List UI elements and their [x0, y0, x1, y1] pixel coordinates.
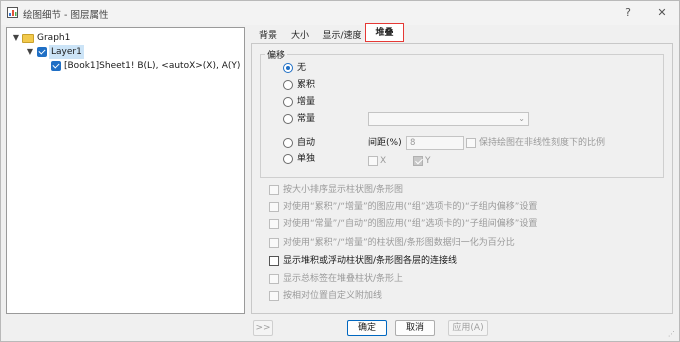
tree-label-plot: [Book1]Sheet1! B(L), <autoX>(X), A(Y) [1	[64, 61, 245, 71]
tab-background[interactable]: 背景	[253, 28, 283, 44]
apply-intergroup-offset-label: 对使用“常量”/“自动”的图应用(“组”选项卡的)“子组间偏移”设置	[283, 219, 538, 229]
dialog-window: 绘图细节 - 图层属性 ? ✕ ▼ Graph1 ▼ Layer1 [Book1…	[0, 0, 680, 342]
offset-individual-label: 单独	[297, 154, 316, 164]
x-checkbox-label: X	[380, 156, 387, 166]
plot-details-icon	[7, 7, 18, 18]
chevron-down-icon[interactable]: ▼	[11, 31, 21, 45]
expand-button[interactable]: >>	[253, 320, 273, 336]
connect-lines-checkbox[interactable]	[269, 256, 279, 266]
keep-ratio-label: 保持绘图在非线性刻度下的比例	[479, 138, 606, 148]
cancel-button[interactable]: 取消	[395, 320, 435, 336]
apply-subgroup-offset-checkbox[interactable]	[269, 202, 279, 212]
sort-by-size-label: 按大小排序显示柱状图/条形图	[283, 185, 404, 195]
custom-lines-checkbox[interactable]	[269, 291, 279, 301]
apply-button[interactable]: 应用(A)	[448, 320, 488, 336]
folder-icon	[22, 34, 34, 43]
gap-input[interactable]: 8	[406, 136, 464, 150]
resize-grip-icon[interactable]: ⋰	[668, 330, 676, 338]
sort-by-size-checkbox[interactable]	[269, 185, 279, 195]
tree-item-plot[interactable]: [Book1]Sheet1! B(L), <autoX>(X), A(Y) [1	[7, 59, 244, 73]
normalize-percent-label: 对使用“累积”/“增量”的柱状图/条形图数据归一化为百分比	[283, 238, 515, 248]
y-checkbox-label: Y	[425, 156, 431, 166]
window-title: 绘图细节 - 图层属性	[23, 10, 109, 21]
custom-lines-label: 按相对位置自定义附加线	[283, 291, 383, 301]
tree-item-layer[interactable]: ▼ Layer1	[7, 45, 242, 59]
plot-tree[interactable]: ▼ Graph1 ▼ Layer1 [Book1]Sheet1! B(L), <…	[6, 27, 245, 314]
help-button[interactable]: ?	[620, 5, 636, 21]
offset-cumulative-label: 累积	[297, 80, 316, 90]
keep-ratio-checkbox[interactable]	[466, 138, 476, 148]
connect-lines-label: 显示堆积或浮动柱状图/条形图各层的连接线	[283, 256, 458, 266]
tree-label-graph: Graph1	[37, 33, 71, 43]
offset-incremental-radio[interactable]	[283, 97, 293, 107]
offset-incremental-label: 增量	[297, 97, 316, 107]
normalize-percent-checkbox[interactable]	[269, 238, 279, 248]
y-checkbox[interactable]	[413, 156, 423, 166]
offset-individual-radio[interactable]	[283, 154, 293, 164]
tree-item-graph[interactable]: ▼ Graph1	[7, 31, 242, 45]
offset-legend: 偏移	[265, 48, 288, 61]
title-bar: 绘图细节 - 图层属性 ? ✕	[1, 1, 679, 25]
tree-label-layer: Layer1	[49, 45, 84, 59]
offset-auto-radio[interactable]	[283, 138, 293, 148]
offset-none-label: 无	[297, 63, 307, 73]
offset-cumulative-radio[interactable]	[283, 80, 293, 90]
apply-intergroup-offset-checkbox[interactable]	[269, 219, 279, 229]
plot-checkbox[interactable]	[51, 61, 61, 71]
offset-constant-label: 常量	[297, 114, 316, 124]
x-checkbox[interactable]	[368, 156, 378, 166]
apply-subgroup-offset-label: 对使用“累积”/“增量”的图应用(“组”选项卡的)“子组内偏移”设置	[283, 202, 538, 212]
chevron-down-icon[interactable]: ▼	[25, 45, 35, 59]
tab-display-speed[interactable]: 显示/速度	[318, 28, 366, 44]
chevron-down-icon: ⌄	[518, 114, 525, 123]
close-button[interactable]: ✕	[654, 5, 670, 21]
constant-value-dropdown[interactable]: ⌄	[368, 112, 529, 126]
layer-checkbox[interactable]	[37, 47, 47, 57]
tab-stack[interactable]: 堆叠	[365, 23, 404, 42]
offset-none-radio[interactable]	[283, 63, 293, 73]
gap-label: 间距(%)	[368, 138, 402, 148]
ok-button[interactable]: 确定	[347, 320, 387, 336]
total-label-label: 显示总标签在堆叠柱状/条形上	[283, 274, 404, 284]
total-label-checkbox[interactable]	[269, 274, 279, 284]
tab-size[interactable]: 大小	[285, 28, 315, 44]
offset-constant-radio[interactable]	[283, 114, 293, 124]
offset-auto-label: 自动	[297, 138, 316, 148]
